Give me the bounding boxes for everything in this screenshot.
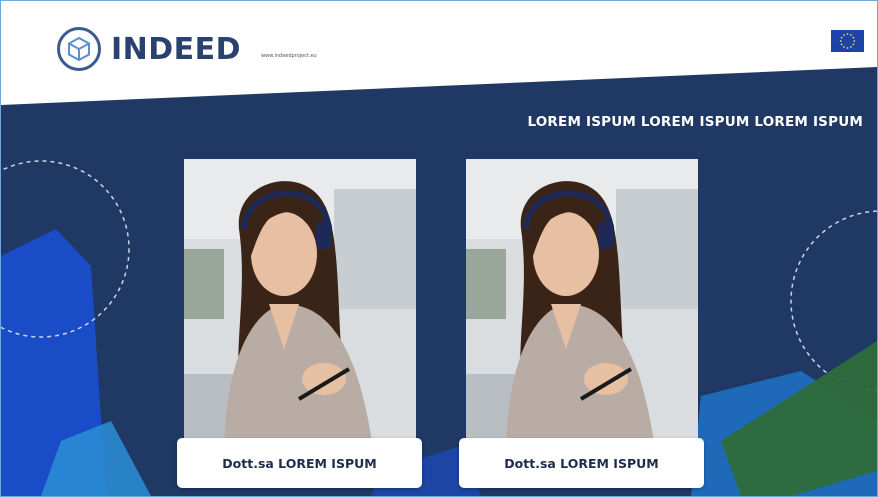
header: INDEED www.indeedproject.eu xyxy=(1,1,877,106)
woman-headphones-photo xyxy=(184,159,416,457)
speaker-name-card-2: Dott.sa LOREM ISPUM xyxy=(459,438,704,488)
speaker-name-card-1: Dott.sa LOREM ISPUM xyxy=(177,438,422,488)
brand-name: INDEED xyxy=(111,31,242,67)
website-url[interactable]: www.indeedproject.eu xyxy=(261,53,317,59)
woman-headphones-photo xyxy=(466,159,698,457)
speaker-photo-2 xyxy=(466,159,698,457)
slide: INDEED www.indeedproject.eu LOREM ISPUM … xyxy=(0,0,878,497)
speaker-photo-1 xyxy=(184,159,416,457)
logo: INDEED www.indeedproject.eu xyxy=(57,27,317,71)
cube-logo-icon xyxy=(57,27,101,71)
eu-flag-icon xyxy=(831,30,864,52)
headline: LOREM ISPUM LOREM ISPUM LOREM ISPUM xyxy=(527,114,863,130)
